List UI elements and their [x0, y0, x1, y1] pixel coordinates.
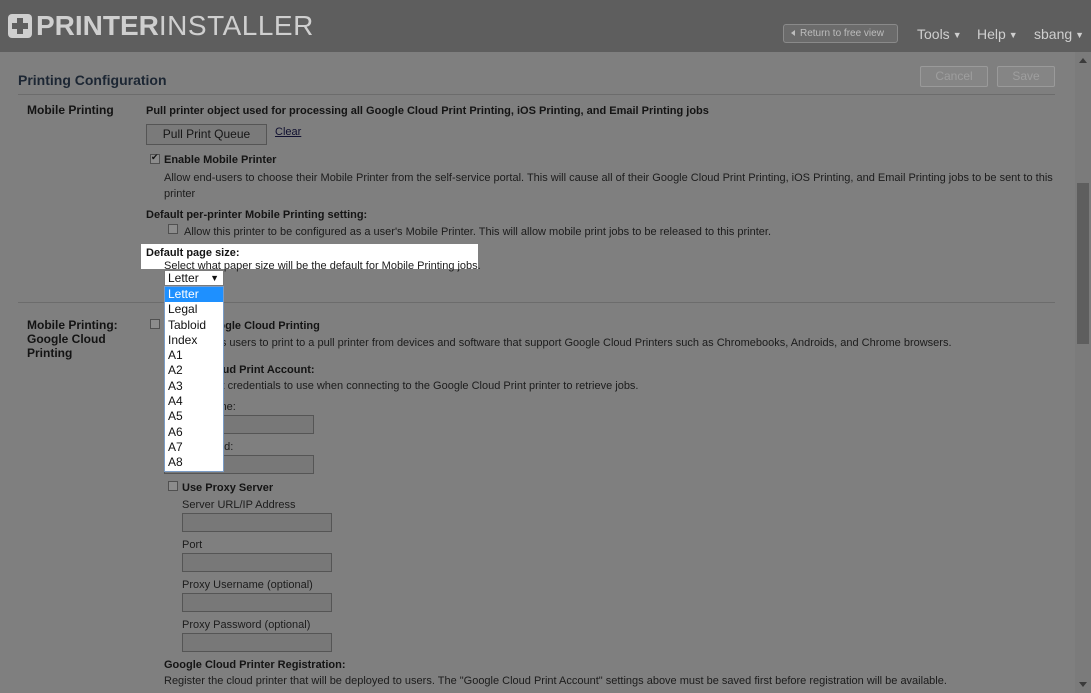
allow-mobile-printer-desc: Allow this printer to be configured as a… — [184, 226, 772, 238]
enable-gcp-desc: This enables users to print to a pull pr… — [164, 337, 952, 349]
page-size-option[interactable]: A5 — [165, 409, 223, 424]
default-page-size-label: Default page size: — [146, 247, 240, 259]
port-field[interactable] — [182, 553, 332, 572]
cancel-button[interactable]: Cancel — [920, 66, 988, 87]
page-size-selected-value: Letter — [168, 271, 199, 285]
page-size-option[interactable]: A6 — [165, 425, 223, 440]
top-bar: PRINTER INSTALLER Return to free view To… — [0, 0, 1091, 52]
scroll-up-arrow-icon[interactable] — [1079, 58, 1087, 63]
enable-mobile-printer-label: Enable Mobile Printer — [164, 154, 277, 166]
page-size-option[interactable]: A2 — [165, 363, 223, 378]
return-to-free-view-button[interactable]: Return to free view — [783, 24, 898, 43]
main-panel: Printing Configuration Cancel Save Mobil… — [0, 52, 1075, 693]
clear-link[interactable]: Clear — [275, 126, 301, 138]
allow-mobile-printer-checkbox[interactable] — [168, 224, 178, 234]
page-size-highlight: Default page size: Select what paper siz… — [141, 244, 481, 272]
proxy-password-field[interactable] — [182, 633, 332, 652]
help-menu[interactable]: Help ▼ — [977, 26, 1018, 42]
tools-menu-label: Tools — [917, 26, 950, 42]
page-size-option[interactable]: A4 — [165, 394, 223, 409]
gcp-label-line-3: Printing — [27, 346, 73, 360]
page-size-option[interactable]: Index — [165, 333, 223, 348]
use-proxy-label: Use Proxy Server — [182, 482, 274, 494]
proxy-username-label: Proxy Username (optional) — [182, 579, 313, 591]
scroll-down-arrow-icon[interactable] — [1079, 682, 1087, 687]
page-title: Printing Configuration — [18, 72, 167, 88]
gcp-registration-label: Google Cloud Printer Registration: — [164, 659, 346, 671]
mobile-printing-label: Mobile Printing — [27, 103, 114, 117]
proxy-password-label: Proxy Password (optional) — [182, 619, 311, 631]
default-setting-label: Default per-printer Mobile Printing sett… — [146, 209, 368, 221]
app-logo: PRINTER INSTALLER — [8, 11, 314, 41]
page-size-option[interactable]: A3 — [165, 379, 223, 394]
chevron-down-icon: ▼ — [1008, 30, 1018, 40]
enable-gcp-checkbox[interactable] — [150, 319, 160, 329]
chevron-down-icon: ▼ — [1075, 30, 1085, 40]
vertical-scrollbar[interactable] — [1075, 52, 1091, 693]
page-size-select[interactable]: Letter ▼ — [164, 270, 224, 286]
page-size-option[interactable]: A1 — [165, 348, 223, 363]
pull-printer-description: Pull printer object used for processing … — [146, 105, 709, 117]
page-size-option[interactable]: Letter — [165, 287, 223, 303]
pull-print-queue-button[interactable]: Pull Print Queue — [146, 124, 267, 145]
gcp-registration-desc: Register the cloud printer that will be … — [164, 675, 947, 687]
help-menu-label: Help — [977, 26, 1006, 42]
plus-logo-icon — [8, 14, 32, 38]
enable-mobile-printer-checkbox[interactable] — [150, 152, 160, 164]
page-size-option[interactable]: A8 — [165, 455, 223, 470]
save-button[interactable]: Save — [997, 66, 1055, 87]
scrollbar-thumb[interactable] — [1077, 183, 1089, 344]
logo-text-thin: INSTALLER — [158, 10, 314, 41]
enable-mobile-printer-desc: Allow end-users to choose their Mobile P… — [164, 172, 1053, 184]
proxy-username-field[interactable] — [182, 593, 332, 612]
user-menu-label: sbang — [1034, 26, 1073, 42]
enable-mobile-printer-desc-cont: printer — [164, 188, 196, 200]
page-size-dropdown: Letter Legal Tabloid Index A1 A2 A3 A4 A5 A6 A7 A8 — [164, 286, 224, 472]
chevron-down-icon: ▼ — [952, 30, 962, 40]
gcp-label-line-2: Google Cloud — [27, 332, 106, 346]
server-label: Server URL/IP Address — [182, 499, 296, 511]
tools-menu[interactable]: Tools ▼ — [917, 26, 962, 42]
divider — [18, 94, 1055, 95]
page-size-option[interactable]: Tabloid — [165, 318, 223, 333]
port-label: Port — [182, 539, 203, 551]
gcp-account-desc: The account credentials to use when conn… — [164, 380, 639, 392]
page-size-option[interactable]: A7 — [165, 440, 223, 455]
user-menu[interactable]: sbang ▼ — [1034, 26, 1084, 42]
gcp-label-line-1: Mobile Printing: — [27, 318, 118, 332]
use-proxy-checkbox[interactable] — [168, 481, 178, 491]
page-size-option[interactable]: Legal — [165, 302, 223, 317]
logo-text-bold: PRINTER — [36, 10, 159, 41]
dropdown-arrow-icon: ▼ — [210, 273, 219, 283]
server-field[interactable] — [182, 513, 332, 532]
